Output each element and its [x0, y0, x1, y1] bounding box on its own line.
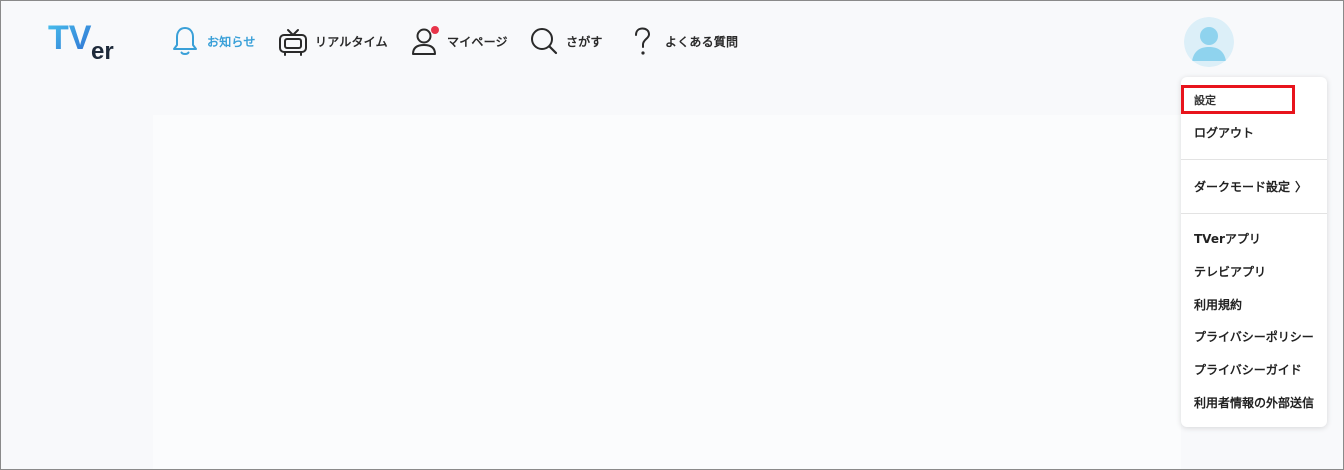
user-avatar[interactable] [1184, 17, 1234, 67]
main-content-area [153, 115, 1181, 469]
menu-item-dark-mode[interactable]: ダークモード設定〉 [1194, 180, 1307, 194]
avatar-icon [1184, 17, 1234, 67]
menu-item-privacy-guide[interactable]: プライバシーガイド [1194, 363, 1302, 377]
nav-realtime[interactable]: リアルタイム [277, 23, 388, 59]
bell-icon [169, 24, 201, 58]
nav-mypage-label: マイページ [447, 34, 508, 49]
question-icon [627, 24, 659, 58]
menu-item-tver-app[interactable]: TVerアプリ [1194, 232, 1261, 246]
menu-item-terms[interactable]: 利用規約 [1194, 298, 1242, 312]
menu-item-dark-mode-label: ダークモード設定 [1194, 180, 1291, 194]
menu-item-privacy-policy[interactable]: プライバシーポリシー [1194, 330, 1314, 344]
nav-mypage[interactable]: マイページ [409, 23, 508, 59]
logo-er-text: er [91, 38, 114, 63]
nav-faq[interactable]: よくある質問 [627, 23, 738, 59]
nav-notifications-label: お知らせ [207, 34, 256, 49]
tver-logo-icon: TV er [48, 19, 114, 65]
nav-realtime-label: リアルタイム [315, 34, 388, 49]
search-icon [528, 24, 560, 58]
menu-divider [1181, 213, 1327, 214]
tver-logo[interactable]: TV er [47, 17, 127, 65]
header: TV er お知らせ リアルタイム マイページ さがす よくある質問 [1, 1, 1343, 83]
chevron-right-icon: 〉 [1295, 180, 1308, 194]
notification-badge [431, 26, 439, 34]
menu-item-settings[interactable]: 設定 [1194, 94, 1216, 108]
user-icon [409, 24, 441, 58]
tv-icon [277, 24, 309, 58]
menu-item-tv-app[interactable]: テレビアプリ [1194, 265, 1266, 279]
menu-item-logout[interactable]: ログアウト [1194, 126, 1254, 140]
nav-search-label: さがす [566, 34, 603, 49]
menu-item-external-transmission[interactable]: 利用者情報の外部送信 [1194, 396, 1314, 410]
logo-tv-text: TV [48, 19, 92, 57]
app-frame: TV er お知らせ リアルタイム マイページ さがす よくある質問 設定 ログ… [0, 0, 1344, 470]
nav-search[interactable]: さがす [528, 23, 603, 59]
nav-faq-label: よくある質問 [665, 34, 739, 49]
account-dropdown-menu: 設定 ログアウト ダークモード設定〉 TVerアプリ テレビアプリ 利用規約 プ… [1181, 77, 1327, 427]
menu-divider [1181, 159, 1327, 160]
nav-notifications[interactable]: お知らせ [169, 23, 256, 59]
